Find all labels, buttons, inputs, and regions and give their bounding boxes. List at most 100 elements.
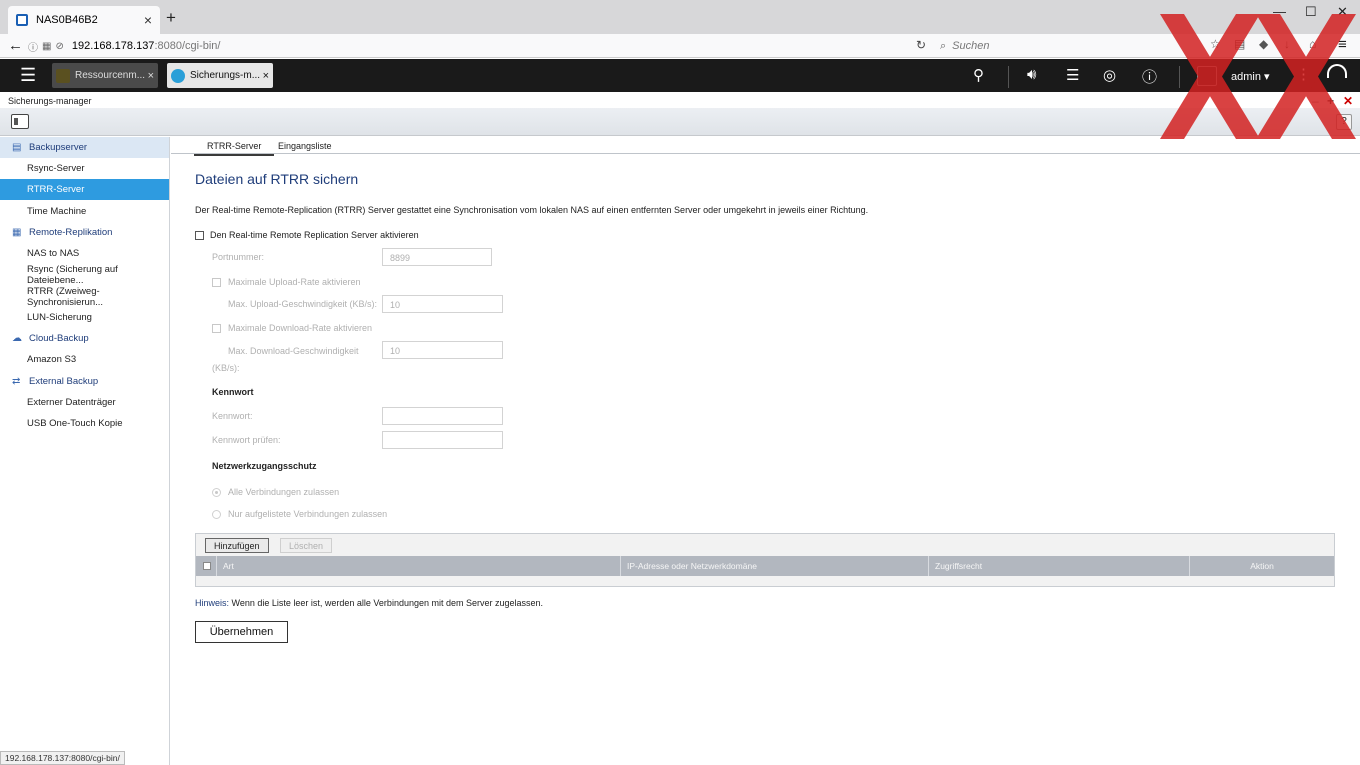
page-description: Der Real-time Remote-Replication (RTRR) …: [195, 205, 869, 215]
select-all-column: [196, 556, 217, 576]
replication-icon: ▦: [12, 226, 22, 238]
column-header-ip[interactable]: IP-Adresse oder Netzwerkdomäne: [621, 556, 929, 576]
sidebar-item-externer-datentraeger[interactable]: Externer Datenträger: [0, 392, 169, 413]
insecure-lock-icon: ⊘: [55, 40, 64, 52]
sidebar-item-usb-one-touch[interactable]: USB One-Touch Kopie: [0, 413, 169, 434]
table-header: Art IP-Adresse oder Netzwerkdomäne Zugri…: [196, 556, 1334, 576]
sidebar-group-label: Remote-Replikation: [29, 227, 113, 238]
access-list-table: Hinzufügen Löschen Art IP-Adresse oder N…: [195, 533, 1335, 587]
library-icon[interactable]: ▤: [1234, 37, 1245, 51]
back-arrow-icon[interactable]: ←: [8, 37, 23, 54]
toggle-sidebar-icon[interactable]: [11, 114, 29, 129]
sidebar-group-backupserver[interactable]: ▤ Backupserver: [0, 137, 169, 158]
hint-text: Hinweis: Wenn die Liste leer ist, werden…: [195, 598, 543, 608]
password-confirm-input[interactable]: [382, 431, 503, 449]
column-header-access[interactable]: Zugriffsrecht: [929, 556, 1190, 576]
max-download-checkbox[interactable]: [212, 324, 221, 333]
upload-speed-input[interactable]: 10: [382, 295, 503, 313]
pocket-icon[interactable]: ◆: [1259, 37, 1268, 51]
sidebar-item-label: USB One-Touch Kopie: [27, 418, 123, 429]
nas-favicon-icon: [16, 14, 28, 26]
url-bar[interactable]: ⓘ ▦ ⊘ 192.168.178.137:8080/cgi-bin/: [28, 36, 936, 56]
home-icon[interactable]: ⌂: [1309, 37, 1316, 51]
sidebar-item-lun-sicherung[interactable]: LUN-Sicherung: [0, 307, 169, 328]
backup-manager-icon: [171, 68, 185, 83]
tab-eingangsliste[interactable]: Eingangsliste: [278, 141, 332, 151]
hint-body: Wenn die Liste leer ist, werden alle Ver…: [229, 598, 544, 608]
browser-tab-strip: NAS0B46B2 × + — ☐ ✕: [0, 0, 1360, 34]
sidebar-item-rsync-server[interactable]: Rsync-Server: [0, 158, 169, 179]
cloud-icon: ☁: [12, 332, 22, 344]
minimize-app-icon[interactable]: –: [1312, 94, 1319, 108]
sidebar-item-time-machine[interactable]: Time Machine: [0, 201, 169, 222]
sidebar-group-cloud-backup[interactable]: ☁ Cloud-Backup: [0, 328, 169, 349]
sidebar-item-label: Amazon S3: [27, 354, 77, 365]
qts-tab-backup-manager[interactable]: Sicherungs-m... ×: [167, 63, 273, 88]
password-section-heading: Kennwort: [212, 387, 254, 397]
password-label: Kennwort:: [212, 411, 253, 421]
sidebar-item-nas-to-nas[interactable]: NAS to NAS: [0, 243, 169, 264]
close-app-icon[interactable]: ✕: [1343, 94, 1353, 108]
sidebar-item-amazon-s3[interactable]: Amazon S3: [0, 349, 169, 370]
sidebar-item-label: RTRR-Server: [27, 184, 85, 195]
radio-allow-all-label: Alle Verbindungen zulassen: [228, 487, 340, 497]
sidebar-item-rsync[interactable]: Rsync (Sicherung auf Dateiebene...: [0, 264, 169, 286]
enable-rtrr-label: Den Real-time Remote Replication Server …: [210, 230, 419, 240]
radio-allow-listed-label: Nur aufgelistete Verbindungen zulassen: [228, 509, 388, 519]
search-icon: ⌕: [940, 39, 947, 52]
maximize-window-icon[interactable]: ☐: [1305, 4, 1317, 20]
background-tasks-icon[interactable]: ☰: [1066, 66, 1079, 84]
user-menu[interactable]: admin ▾: [1231, 70, 1270, 83]
sidebar-item-rtrr-server[interactable]: RTRR-Server: [0, 179, 169, 200]
browser-menu-icon[interactable]: ≡: [1338, 36, 1347, 53]
maximize-app-icon[interactable]: +: [1327, 94, 1334, 108]
server-icon: ▤: [12, 141, 22, 153]
column-header-type[interactable]: Art: [217, 556, 621, 576]
main-content: RTRR-Server Eingangsliste Dateien auf RT…: [171, 137, 1360, 765]
qts-tab-label: Ressourcenm...: [75, 70, 146, 81]
sidebar-group-label: Backupserver: [29, 142, 88, 153]
tab-rtrr-server[interactable]: RTRR-Server: [194, 141, 275, 156]
reload-icon[interactable]: ↻: [916, 38, 926, 52]
close-tab-icon[interactable]: ×: [144, 12, 152, 28]
download-speed-input[interactable]: 10: [382, 341, 503, 359]
sidebar-group-remote-replikation[interactable]: ▦ Remote-Replikation: [0, 222, 169, 243]
dashboard-gauge-icon[interactable]: [1327, 64, 1347, 78]
avatar[interactable]: [1197, 66, 1217, 86]
info-icon[interactable]: ⓘ: [1142, 66, 1157, 87]
sidebar-item-rtrr[interactable]: RTRR (Zweiweg-Synchronisierun...: [0, 286, 169, 308]
sidebar-group-external-backup[interactable]: ⇄ External Backup: [0, 371, 169, 392]
speaker-icon[interactable]: 🔊︎: [1027, 66, 1036, 83]
bookmark-star-icon[interactable]: ☆: [1210, 37, 1221, 51]
delete-button[interactable]: Löschen: [280, 538, 333, 553]
apply-button[interactable]: Übernehmen: [195, 621, 288, 643]
external-device-icon[interactable]: ◎: [1103, 66, 1116, 84]
sidebar-group-label: Cloud-Backup: [29, 333, 89, 344]
select-all-checkbox[interactable]: [203, 562, 211, 570]
help-button[interactable]: ?: [1336, 114, 1352, 130]
search-icon[interactable]: ⚲: [973, 66, 984, 84]
upload-speed-label: Max. Upload-Geschwindigkeit (KB/s):: [228, 299, 378, 309]
close-window-icon[interactable]: ✕: [1337, 4, 1348, 20]
sidebar-item-label: LUN-Sicherung: [27, 312, 92, 323]
sidebar-item-label: Rsync-Server: [27, 163, 85, 174]
minimize-window-icon[interactable]: —: [1273, 4, 1286, 19]
enable-rtrr-checkbox[interactable]: [195, 231, 204, 240]
main-menu-icon[interactable]: ☰: [20, 65, 36, 86]
download-icon[interactable]: ↓: [1284, 37, 1290, 51]
more-options-icon[interactable]: ⋮: [1296, 65, 1311, 83]
search-input[interactable]: ⌕ Suchen: [940, 36, 1200, 56]
close-icon[interactable]: ×: [148, 70, 154, 82]
radio-allow-listed[interactable]: [212, 510, 221, 519]
radio-allow-all[interactable]: [212, 488, 221, 497]
browser-tab[interactable]: NAS0B46B2 ×: [8, 6, 160, 34]
qts-tab-resource-monitor[interactable]: Ressourcenm... ×: [52, 63, 158, 88]
add-button[interactable]: Hinzufügen: [205, 538, 269, 553]
max-upload-checkbox[interactable]: [212, 278, 221, 287]
password-input[interactable]: [382, 407, 503, 425]
close-icon[interactable]: ×: [263, 70, 269, 82]
sidebar: ▤ Backupserver Rsync-Server RTRR-Server …: [0, 137, 170, 765]
port-input[interactable]: 8899: [382, 248, 492, 266]
new-tab-icon[interactable]: +: [166, 9, 176, 26]
qts-tab-label: Sicherungs-m...: [190, 70, 261, 81]
